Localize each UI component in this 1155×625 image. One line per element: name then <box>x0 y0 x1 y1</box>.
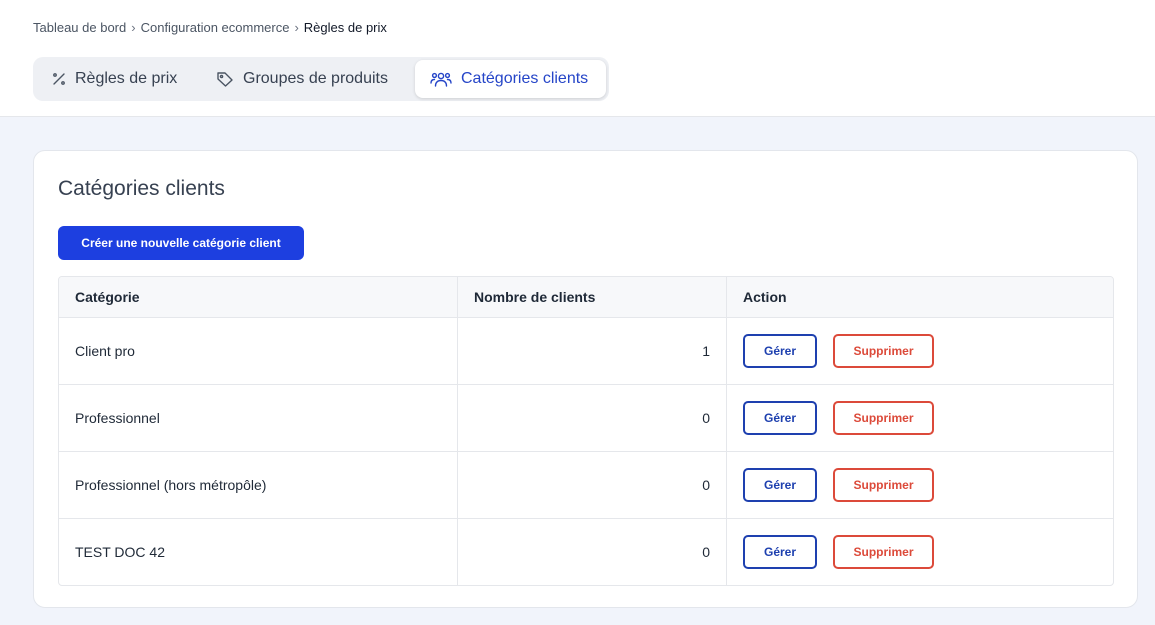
tab-bar: Règles de prix Groupes de produits Catég… <box>33 57 609 101</box>
manage-button[interactable]: Gérer <box>743 401 817 435</box>
percent-icon <box>53 73 65 85</box>
delete-button[interactable]: Supprimer <box>833 334 934 368</box>
table-row: Professionnel (hors métropôle) 0 Gérer S… <box>59 451 1113 518</box>
table-row: Professionnel 0 Gérer Supprimer <box>59 384 1113 451</box>
table-row: Client pro 1 Gérer Supprimer <box>59 317 1113 384</box>
row-actions: Gérer Supprimer <box>727 318 1113 384</box>
category-name: TEST DOC 42 <box>59 519 458 585</box>
tab-customer-categories-label: Catégories clients <box>461 70 589 87</box>
tab-price-rules[interactable]: Règles de prix <box>36 60 196 98</box>
client-count: 0 <box>458 452 727 518</box>
category-name: Professionnel (hors métropôle) <box>59 452 458 518</box>
breadcrumb-separator: › <box>294 20 299 35</box>
delete-button[interactable]: Supprimer <box>833 535 934 569</box>
tab-product-groups-label: Groupes de produits <box>243 70 388 87</box>
breadcrumb: Tableau de bord › Configuration ecommerc… <box>33 20 387 35</box>
category-name: Client pro <box>59 318 458 384</box>
client-count: 0 <box>458 519 727 585</box>
delete-button[interactable]: Supprimer <box>833 468 934 502</box>
manage-button[interactable]: Gérer <box>743 468 817 502</box>
column-header-action: Action <box>743 289 787 305</box>
categories-table: Catégorie Nombre de clients Action Clien… <box>58 276 1114 586</box>
breadcrumb-dashboard[interactable]: Tableau de bord <box>33 20 126 35</box>
manage-button[interactable]: Gérer <box>743 334 817 368</box>
row-actions: Gérer Supprimer <box>727 385 1113 451</box>
users-icon <box>430 72 452 87</box>
breadcrumb-separator: › <box>131 20 136 35</box>
manage-button[interactable]: Gérer <box>743 535 817 569</box>
table-header-row: Catégorie Nombre de clients Action <box>59 277 1113 317</box>
customer-categories-card: Catégories clients Créer une nouvelle ca… <box>33 150 1138 608</box>
tab-customer-categories[interactable]: Catégories clients <box>415 60 606 98</box>
table-row: TEST DOC 42 0 Gérer Supprimer <box>59 518 1113 585</box>
breadcrumb-current: Règles de prix <box>303 20 387 35</box>
delete-button[interactable]: Supprimer <box>833 401 934 435</box>
client-count: 0 <box>458 385 727 451</box>
client-count: 1 <box>458 318 727 384</box>
column-header-category[interactable]: Catégorie <box>59 277 458 317</box>
page-title: Catégories clients <box>58 177 225 200</box>
breadcrumb-ecommerce-config[interactable]: Configuration ecommerce <box>141 20 290 35</box>
column-header-client-count[interactable]: Nombre de clients <box>458 277 727 317</box>
create-category-button[interactable]: Créer une nouvelle catégorie client <box>58 226 304 260</box>
tag-icon <box>217 72 233 87</box>
tab-price-rules-label: Règles de prix <box>75 70 178 87</box>
tab-product-groups[interactable]: Groupes de produits <box>196 60 415 98</box>
row-actions: Gérer Supprimer <box>727 519 1113 585</box>
top-bar: Tableau de bord › Configuration ecommerc… <box>0 0 1155 117</box>
category-name: Professionnel <box>59 385 458 451</box>
row-actions: Gérer Supprimer <box>727 452 1113 518</box>
